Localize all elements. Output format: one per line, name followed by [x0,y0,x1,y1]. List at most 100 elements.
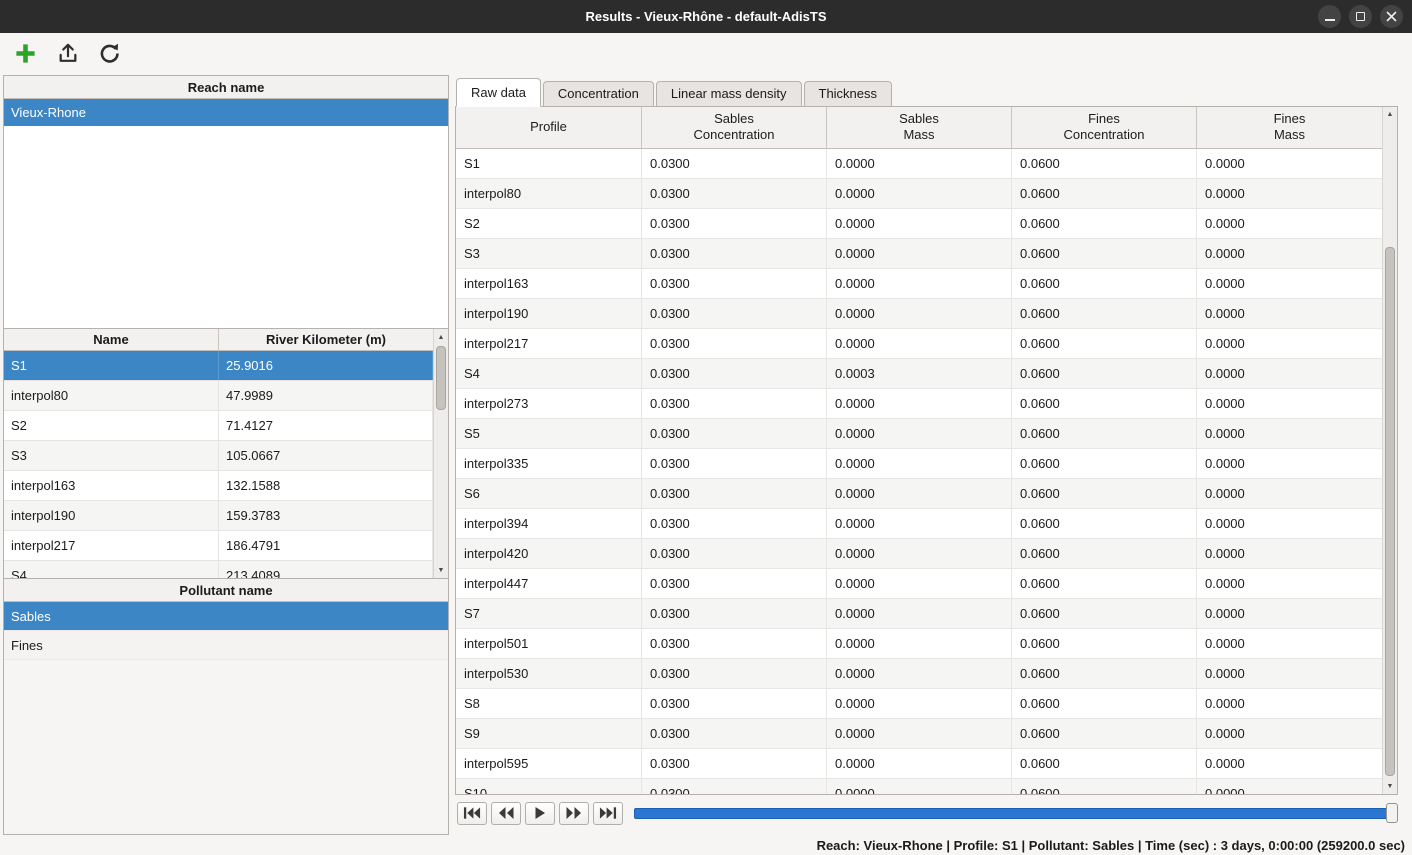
data-row[interactable]: S90.03000.00000.06000.0000 [456,719,1382,749]
data-cell: S9 [456,719,642,748]
refresh-button[interactable] [96,40,123,67]
maximize-button[interactable] [1349,5,1372,28]
data-row[interactable]: interpol4470.03000.00000.06000.0000 [456,569,1382,599]
titlebar[interactable]: Results - Vieux-Rhône - default-AdisTS [0,0,1412,33]
status-text: Reach: Vieux-Rhone | Profile: S1 | Pollu… [817,838,1405,853]
data-row[interactable]: interpol5950.03000.00000.06000.0000 [456,749,1382,779]
profile-cell: 132.1588 [219,471,433,500]
column-header[interactable]: FinesConcentration [1012,107,1197,148]
tab-thickness[interactable]: Thickness [804,81,893,107]
data-row[interactable]: interpol1900.03000.00000.06000.0000 [456,299,1382,329]
reach-panel-header: Reach name [4,76,448,99]
data-cell: S2 [456,209,642,238]
data-row[interactable]: interpol5300.03000.00000.06000.0000 [456,659,1382,689]
scroll-down-icon[interactable]: ▼ [434,563,448,577]
tab-raw-data[interactable]: Raw data [456,78,541,107]
results-panel: Raw dataConcentrationLinear mass density… [452,73,1412,835]
column-header[interactable]: FinesMass [1197,107,1382,148]
data-row[interactable]: S20.03000.00000.06000.0000 [456,209,1382,239]
raw-data-scrollbar[interactable]: ▲ ▼ [1382,107,1397,794]
data-row[interactable]: S60.03000.00000.06000.0000 [456,479,1382,509]
data-row[interactable]: interpol1630.03000.00000.06000.0000 [456,269,1382,299]
data-row[interactable]: interpol4200.03000.00000.06000.0000 [456,539,1382,569]
profile-row[interactable]: interpol8047.9989 [4,381,433,411]
data-row[interactable]: S40.03000.00030.06000.0000 [456,359,1382,389]
scroll-up-icon[interactable]: ▲ [434,330,448,344]
data-cell: 0.0600 [1012,569,1197,598]
profile-row[interactable]: S4213.4089 [4,561,433,578]
close-icon [1386,11,1397,22]
profile-cell: interpol217 [4,531,219,560]
data-row[interactable]: interpol5010.03000.00000.06000.0000 [456,629,1382,659]
data-cell: interpol420 [456,539,642,568]
profile-cell: interpol163 [4,471,219,500]
data-row[interactable]: interpol2170.03000.00000.06000.0000 [456,329,1382,359]
column-header[interactable]: SablesMass [827,107,1012,148]
data-cell: S7 [456,599,642,628]
close-button[interactable] [1380,5,1403,28]
fast-forward-button[interactable] [559,802,589,825]
data-cell: 0.0600 [1012,689,1197,718]
data-cell: 0.0000 [1197,719,1382,748]
pollutant-list-item[interactable]: Sables [4,602,448,631]
raw-data-table-header: ProfileSablesConcentrationSablesMassFine… [456,107,1382,149]
minimize-button[interactable] [1318,5,1341,28]
raw-data-table-body: S10.03000.00000.06000.0000interpol800.03… [456,149,1382,794]
rewind-button[interactable] [491,802,521,825]
data-row[interactable]: interpol2730.03000.00000.06000.0000 [456,389,1382,419]
data-cell: 0.0000 [827,749,1012,778]
data-cell: 0.0000 [1197,659,1382,688]
data-row[interactable]: S80.03000.00000.06000.0000 [456,689,1382,719]
data-row[interactable]: interpol3940.03000.00000.06000.0000 [456,509,1382,539]
data-cell: 0.0000 [1197,179,1382,208]
data-cell: 0.0000 [827,389,1012,418]
skip-to-end-button[interactable] [593,802,623,825]
pollutant-list-item[interactable]: Fines [4,631,448,660]
profile-row[interactable]: interpol217186.4791 [4,531,433,561]
profiles-scrollbar[interactable]: ▲ ▼ [433,329,448,578]
data-row[interactable]: S30.03000.00000.06000.0000 [456,239,1382,269]
data-cell: 0.0000 [1197,209,1382,238]
data-cell: 0.0300 [642,629,827,658]
rewind-icon [498,807,514,819]
column-header-line1: Sables [714,111,754,128]
profiles-col-river-km[interactable]: River Kilometer (m) [219,329,433,350]
data-cell: 0.0300 [642,509,827,538]
data-cell: 0.0300 [642,239,827,268]
profiles-col-name[interactable]: Name [4,329,219,350]
skip-to-start-button[interactable] [457,802,487,825]
data-cell: 0.0000 [1197,479,1382,508]
column-header[interactable]: SablesConcentration [642,107,827,148]
profiles-scrollbar-thumb[interactable] [436,346,446,410]
profile-row[interactable]: S125.9016 [4,351,433,381]
data-row[interactable]: interpol3350.03000.00000.06000.0000 [456,449,1382,479]
tab-linear-mass-density[interactable]: Linear mass density [656,81,802,107]
export-button[interactable] [54,40,81,67]
data-row[interactable]: S10.03000.00000.06000.0000 [456,149,1382,179]
profile-row[interactable]: S271.4127 [4,411,433,441]
time-slider-track[interactable] [634,808,1398,819]
scroll-down-icon[interactable]: ▼ [1383,779,1397,793]
data-cell: 0.0600 [1012,389,1197,418]
play-button[interactable] [525,802,555,825]
reach-list-item[interactable]: Vieux-Rhone [4,99,448,126]
time-slider[interactable] [634,802,1398,825]
fast-forward-icon [566,807,582,819]
profile-cell: 71.4127 [219,411,433,440]
tab-concentration[interactable]: Concentration [543,81,654,107]
data-row[interactable]: S70.03000.00000.06000.0000 [456,599,1382,629]
profile-row[interactable]: interpol190159.3783 [4,501,433,531]
data-cell: 0.0300 [642,689,827,718]
data-cell: 0.0300 [642,599,827,628]
column-header[interactable]: Profile [456,107,642,148]
time-slider-handle[interactable] [1386,803,1398,823]
profile-row[interactable]: S3105.0667 [4,441,433,471]
profile-row[interactable]: interpol163132.1588 [4,471,433,501]
scroll-up-icon[interactable]: ▲ [1383,108,1397,122]
data-row[interactable]: interpol800.03000.00000.06000.0000 [456,179,1382,209]
add-button[interactable] [12,40,39,67]
raw-data-scrollbar-thumb[interactable] [1385,247,1395,776]
data-cell: interpol217 [456,329,642,358]
data-row[interactable]: S50.03000.00000.06000.0000 [456,419,1382,449]
data-row[interactable]: S100.03000.00000.06000.0000 [456,779,1382,794]
